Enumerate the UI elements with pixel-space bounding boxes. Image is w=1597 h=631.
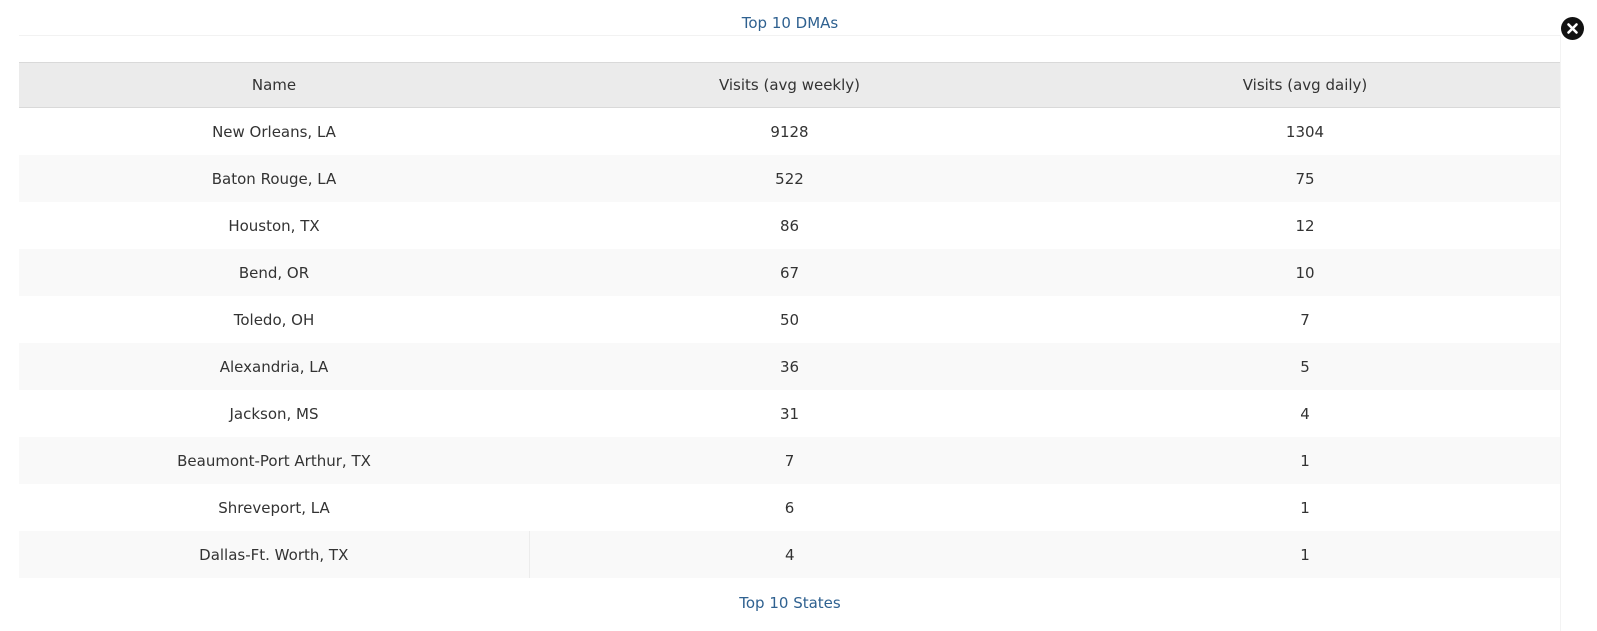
table-row: New Orleans, LA 9128 1304 bbox=[19, 107, 1560, 155]
table-row: Shreveport, LA 6 1 bbox=[19, 484, 1560, 531]
column-header-weekly[interactable]: Visits (avg weekly) bbox=[529, 63, 1050, 108]
cell-daily: 7 bbox=[1300, 310, 1310, 329]
table-row: Toledo, OH 50 7 bbox=[19, 296, 1560, 343]
cell-weekly: 9128 bbox=[770, 122, 809, 141]
cell-weekly: 67 bbox=[779, 263, 800, 282]
cell-weekly: 86 bbox=[779, 216, 800, 235]
cell-daily: 1 bbox=[1300, 451, 1310, 470]
cell-weekly: 31 bbox=[779, 404, 800, 423]
cell-daily: 1304 bbox=[1285, 122, 1325, 141]
cell-name: Dallas-Ft. Worth, TX bbox=[19, 531, 530, 578]
cell-name: Houston, TX bbox=[228, 216, 320, 235]
cell-daily: 5 bbox=[1300, 357, 1310, 376]
cell-weekly: 522 bbox=[775, 169, 804, 188]
close-button[interactable] bbox=[1561, 17, 1584, 40]
cell-name: Jackson, MS bbox=[229, 404, 319, 423]
top-dmas-modal: Top 10 DMAs Name Visits (avg weekly) Vis… bbox=[0, 0, 1597, 631]
table-header-row: Name Visits (avg weekly) Visits (avg dai… bbox=[19, 62, 1560, 108]
cell-daily: 1 bbox=[1300, 545, 1310, 564]
modal-edge bbox=[1560, 35, 1561, 631]
table-row: Alexandria, LA 36 5 bbox=[19, 343, 1560, 390]
cell-weekly: 50 bbox=[779, 310, 800, 329]
cell-weekly: 7 bbox=[784, 451, 795, 470]
table-row: Beaumont-Port Arthur, TX 7 1 bbox=[19, 437, 1560, 484]
column-header-name[interactable]: Name bbox=[19, 63, 529, 108]
top-states-title[interactable]: Top 10 States bbox=[0, 594, 1580, 612]
cell-name: Baton Rouge, LA bbox=[211, 169, 337, 188]
cell-weekly: 6 bbox=[784, 498, 795, 517]
cell-weekly: 36 bbox=[779, 357, 800, 376]
table-row: Baton Rouge, LA 522 75 bbox=[19, 155, 1560, 202]
table-row: Houston, TX 86 12 bbox=[19, 202, 1560, 249]
cell-name: Bend, OR bbox=[238, 263, 310, 282]
cell-daily: 75 bbox=[1295, 169, 1315, 188]
header-divider bbox=[19, 35, 1561, 36]
cell-name: Beaumont-Port Arthur, TX bbox=[177, 451, 371, 470]
cell-daily: 12 bbox=[1295, 216, 1315, 235]
cell-weekly: 4 bbox=[784, 545, 795, 564]
top-dmas-title[interactable]: Top 10 DMAs bbox=[0, 14, 1580, 32]
cell-daily: 4 bbox=[1300, 404, 1310, 423]
table-row: Bend, OR 67 10 bbox=[19, 249, 1560, 296]
cell-name: Toledo, OH bbox=[233, 310, 315, 329]
cell-name: Shreveport, LA bbox=[218, 498, 330, 517]
cell-daily: 1 bbox=[1300, 498, 1310, 517]
table-row: Dallas-Ft. Worth, TX 4 1 bbox=[19, 531, 1560, 578]
cell-daily: 10 bbox=[1295, 263, 1315, 282]
table-body: New Orleans, LA 9128 1304 Baton Rouge, L… bbox=[19, 107, 1560, 578]
dma-table: Name Visits (avg weekly) Visits (avg dai… bbox=[19, 62, 1560, 578]
table-row: Jackson, MS 31 4 bbox=[19, 390, 1560, 437]
cell-name: New Orleans, LA bbox=[212, 122, 336, 141]
column-header-daily[interactable]: Visits (avg daily) bbox=[1050, 63, 1560, 108]
close-icon bbox=[1567, 23, 1578, 34]
table-header: Name Visits (avg weekly) Visits (avg dai… bbox=[19, 62, 1560, 108]
cell-name: Alexandria, LA bbox=[219, 357, 329, 376]
